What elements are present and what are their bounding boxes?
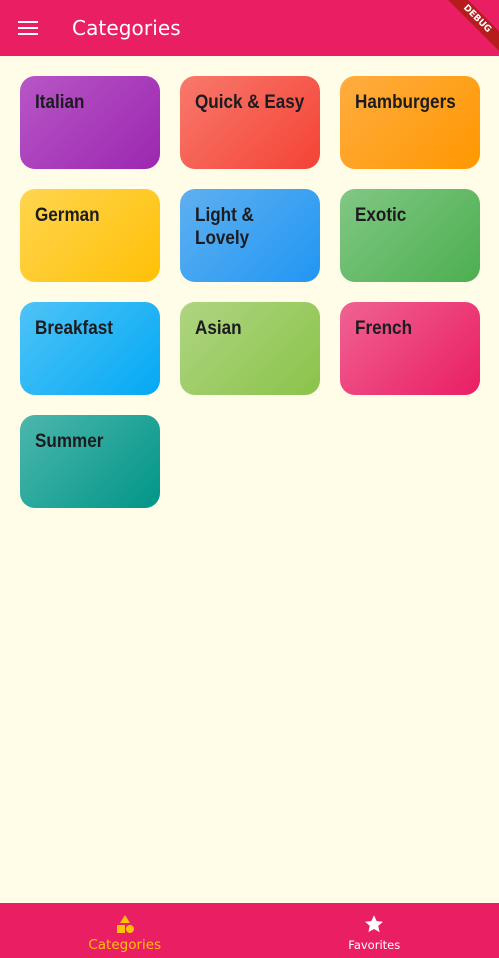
category-icon <box>115 913 135 935</box>
debug-banner-label: DEBUG <box>439 0 499 56</box>
category-tile-french[interactable]: French <box>340 302 480 395</box>
category-label: German <box>35 205 100 226</box>
category-label: Exotic <box>355 205 407 226</box>
menu-icon <box>18 21 38 35</box>
category-tile-asian[interactable]: Asian <box>180 302 320 395</box>
nav-item-categories[interactable]: Categories <box>0 903 250 958</box>
nav-label-categories: Categories <box>88 937 162 953</box>
category-label: Quick & Easy <box>195 92 305 113</box>
category-tile-light-lovely[interactable]: Light & Lovely <box>180 189 320 282</box>
category-label: French <box>355 318 413 339</box>
app-bar: Categories DEBUG <box>0 0 499 56</box>
category-tile-german[interactable]: German <box>20 189 160 282</box>
category-label: Summer <box>35 431 104 452</box>
category-grid: Italian Quick & Easy Hamburgers German L… <box>20 76 480 508</box>
bottom-navigation: Categories Favorites <box>0 903 499 958</box>
category-tile-breakfast[interactable]: Breakfast <box>20 302 160 395</box>
star-icon <box>363 913 385 935</box>
category-tile-quick-easy[interactable]: Quick & Easy <box>180 76 320 169</box>
category-label: Asian <box>195 318 242 339</box>
menu-button[interactable] <box>0 0 56 56</box>
category-label: Light & Lovely <box>195 205 254 249</box>
debug-banner: DEBUG <box>439 0 499 56</box>
page-title: Categories <box>72 16 181 40</box>
category-tile-exotic[interactable]: Exotic <box>340 189 480 282</box>
category-tile-summer[interactable]: Summer <box>20 415 160 508</box>
nav-label-favorites: Favorites <box>348 938 401 952</box>
category-label: Hamburgers <box>355 92 456 113</box>
category-label: Italian <box>35 92 85 113</box>
nav-item-favorites[interactable]: Favorites <box>250 903 499 958</box>
category-label: Breakfast <box>35 318 113 339</box>
category-tile-hamburgers[interactable]: Hamburgers <box>340 76 480 169</box>
category-tile-italian[interactable]: Italian <box>20 76 160 169</box>
